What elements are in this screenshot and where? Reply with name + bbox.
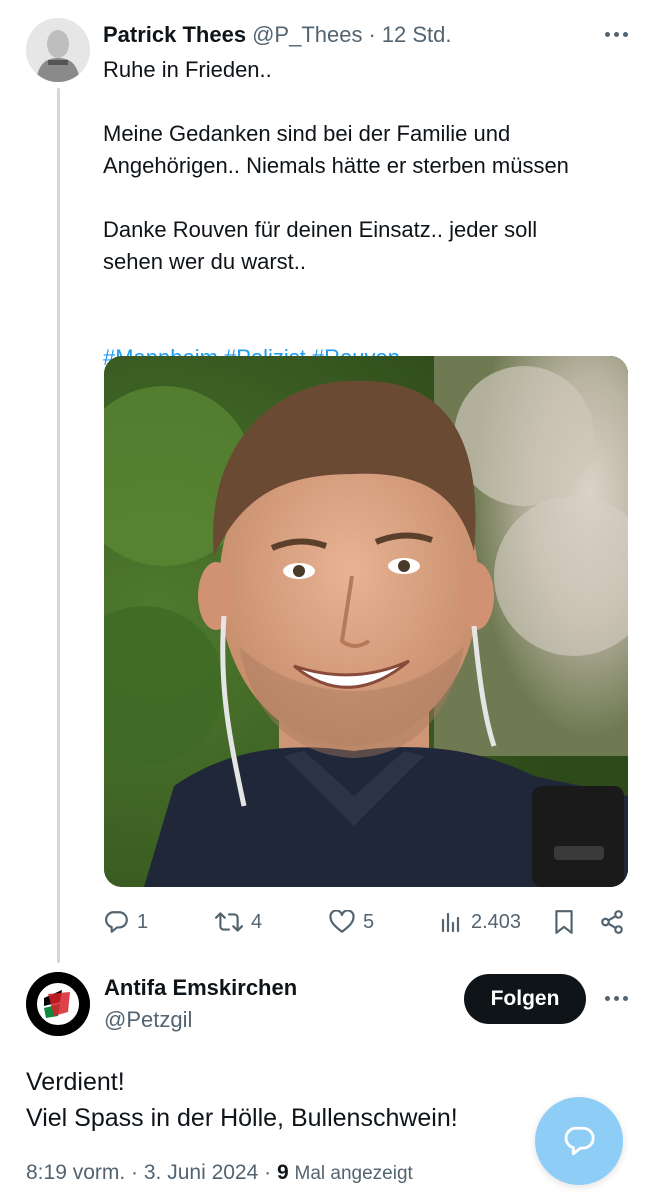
reply-author-avatar[interactable] — [26, 972, 90, 1036]
reply-view-count: 9 — [276, 1161, 289, 1184]
more-horizontal-icon — [605, 22, 628, 46]
retweet-count: 4 — [251, 910, 263, 933]
like-button[interactable]: 5 — [329, 910, 374, 934]
retweet-button[interactable]: 4 — [215, 909, 262, 935]
more-button[interactable] — [605, 22, 628, 46]
compose-reply-button[interactable] — [535, 1097, 623, 1185]
page: Patrick Thees @P_Thees · 12 Std. Ruhe in… — [0, 0, 654, 1200]
photo-image — [104, 356, 628, 887]
reply-metadata: 8:19 vorm. · 3. Juni 2024 · 9 Mal angeze… — [26, 1161, 413, 1185]
tweet-paragraph-2: Meine Gedanken sind bei der Familie und … — [103, 121, 569, 178]
reply-timestamp[interactable]: 8:19 vorm. · 3. Juni 2024 · — [26, 1161, 271, 1184]
reply-author-name[interactable]: Antifa Emskirchen — [104, 975, 297, 1001]
follow-button[interactable]: Folgen — [464, 974, 586, 1024]
thread-line — [57, 88, 60, 963]
bookmark-button[interactable] — [553, 909, 575, 935]
tweet-text: Ruhe in Frieden.. Meine Gedanken sind be… — [103, 54, 633, 374]
retweet-icon — [215, 912, 243, 932]
antifa-logo-icon — [26, 972, 90, 1036]
tweet-header: Patrick Thees @P_Thees · 12 Std. — [103, 20, 634, 50]
author-handle[interactable]: @P_Thees — [252, 22, 362, 48]
author-avatar[interactable] — [26, 18, 90, 82]
reply-author-handle[interactable]: @Petzgil — [104, 1007, 192, 1033]
views-icon — [441, 912, 460, 933]
tweet-time[interactable]: 12 Std. — [382, 22, 452, 48]
views-button[interactable]: 2.403 — [439, 910, 521, 934]
separator: · — [368, 22, 376, 47]
tweet-line-1: Ruhe in Frieden.. — [103, 57, 272, 82]
reply-button[interactable]: 1 — [103, 909, 148, 935]
bookmark-icon — [555, 910, 573, 934]
reply-view-label: Mal angezeigt — [294, 1163, 413, 1184]
tweet-photo[interactable] — [104, 356, 628, 887]
reply-more-button[interactable] — [605, 986, 628, 1010]
reply-text: Verdient! Viel Spass in der Hölle, Bulle… — [26, 1068, 458, 1132]
author-name[interactable]: Patrick Thees — [103, 22, 246, 48]
share-button[interactable] — [599, 909, 625, 935]
view-count: 2.403 — [471, 910, 522, 933]
avatar-image — [26, 18, 90, 82]
share-icon — [601, 910, 623, 934]
tweet-action-bar: 1 4 5 2.403 — [103, 902, 633, 942]
tweet-paragraph-3: Danke Rouven für deinen Einsatz.. jeder … — [103, 217, 538, 274]
heart-icon — [329, 910, 355, 933]
reply-count: 1 — [137, 910, 149, 933]
like-count: 5 — [363, 910, 375, 933]
reply-icon — [105, 911, 128, 933]
compose-reply-icon — [564, 1126, 595, 1156]
more-horizontal-icon — [605, 986, 628, 1010]
